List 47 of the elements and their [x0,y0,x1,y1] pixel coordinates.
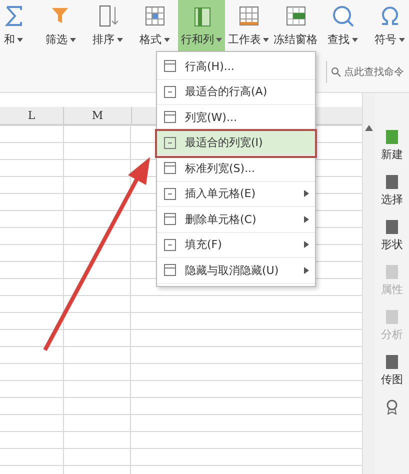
menu-item-icon [163,84,177,99]
toolbar-button[interactable]: 行和列 [178,0,225,52]
toolbar-button[interactable]: 排序 [84,0,131,52]
toolbar-button[interactable]: 查找 [319,0,366,52]
menu-item[interactable]: 填充(F) [157,232,315,258]
menu-item[interactable]: 最适合的列宽(I) [157,130,315,156]
menu-item-icon [163,186,177,201]
table-grid-icon [142,4,166,28]
sheet-icon [236,4,260,28]
menu-item[interactable]: 插入单元格(E) [157,182,315,207]
menu-item[interactable]: 隐藏与取消隐藏(U) [157,258,315,284]
menu-item[interactable]: 行高(H)... [157,54,315,80]
menu-item-icon [163,161,177,176]
menu-item-icon [163,59,177,74]
submenu-arrow-icon [304,216,309,223]
column-header[interactable]: M [64,107,132,124]
column-header[interactable]: L [0,107,64,124]
sidebar-label[interactable]: 新建 [381,147,403,162]
sidebar-icon[interactable] [385,219,399,235]
scroll-up-icon[interactable] [365,125,373,131]
sidebar-icon[interactable] [385,354,399,370]
toolbar-button[interactable]: 符号 [366,0,409,52]
search-icon [330,4,354,28]
menu-item[interactable]: 标准列宽(S)... [157,156,315,182]
sidebar-icon[interactable] [385,129,399,145]
toolbar-button[interactable]: 格式 [131,0,178,52]
sidebar-label[interactable]: 传图 [381,372,403,387]
menu-item-icon [163,263,177,278]
toolbar-button[interactable]: 和 [0,0,37,52]
sidebar-label[interactable]: 形状 [381,237,403,252]
submenu-arrow-icon [304,266,309,274]
sidebar-label[interactable]: 选择 [381,192,403,207]
sidebar-icon[interactable] [385,174,399,190]
submenu-arrow-icon [304,241,309,248]
menu-item[interactable]: 删除单元格(C) [157,207,315,232]
menu-item-icon [163,136,177,150]
freeze-panes-icon [284,4,308,28]
ribbon-badge-icon[interactable] [386,399,398,415]
menu-item-icon [163,110,177,124]
submenu-arrow-icon [304,190,309,198]
menu-item-icon [163,212,177,226]
menu-item[interactable]: 最适合的行高(A) [157,80,315,105]
toolbar-button[interactable]: 筛选 [37,0,84,52]
menu-item-icon [163,238,177,252]
search-field[interactable]: 点此查找命令 [326,61,409,83]
vertical-scrollbar[interactable] [362,93,375,474]
search-icon [331,67,341,77]
